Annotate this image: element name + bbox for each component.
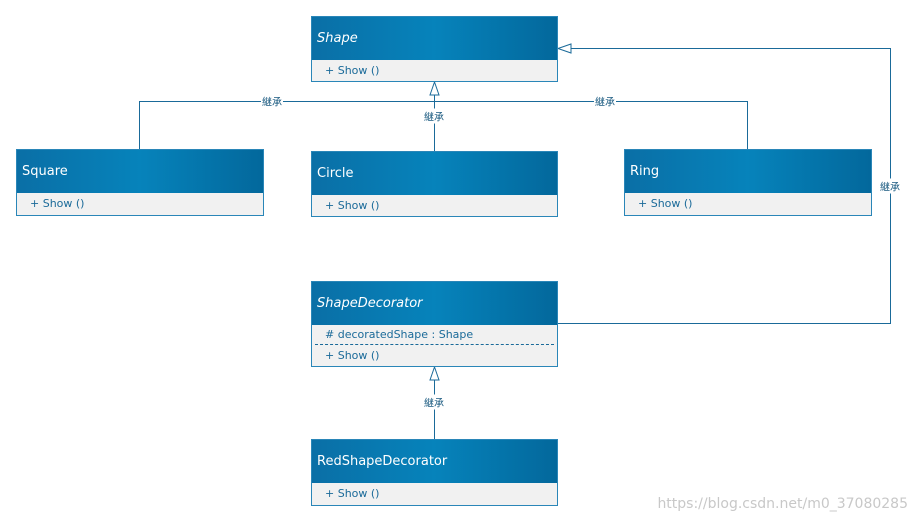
relation-label: 継承: [423, 108, 445, 124]
method: + Show (): [325, 487, 380, 500]
relation-label: 継承: [261, 93, 283, 109]
watermark: https://blog.csdn.net/m0_37080285: [657, 496, 908, 512]
attribute: # decoratedShape : Shape: [325, 328, 474, 341]
method: + Show (): [30, 197, 85, 210]
relation-label: 継承: [594, 93, 616, 109]
class-red-shape-decorator[interactable]: RedShapeDecorator + Show (): [311, 439, 558, 506]
class-name: RedShapeDecorator: [312, 440, 557, 483]
class-ring[interactable]: Ring + Show (): [624, 149, 872, 216]
class-circle[interactable]: Circle + Show (): [311, 151, 558, 217]
inherit-arrow: [429, 80, 440, 96]
method: + Show (): [325, 64, 380, 77]
inherit-arrow: [556, 43, 572, 54]
class-shape-decorator[interactable]: ShapeDecorator # decoratedShape : Shape …: [311, 281, 558, 367]
method: + Show (): [638, 197, 693, 210]
class-square[interactable]: Square + Show (): [16, 149, 264, 216]
method: + Show (): [325, 349, 380, 362]
class-shape[interactable]: Shape + Show (): [311, 16, 558, 82]
method: + Show (): [325, 199, 380, 212]
class-name: Circle: [312, 152, 557, 195]
relation-label: 継承: [879, 178, 901, 194]
relation-label: 継承: [423, 394, 445, 410]
class-name: Ring: [625, 150, 871, 193]
class-name: Shape: [312, 17, 557, 60]
class-name: Square: [17, 150, 263, 193]
inherit-arrow: [429, 365, 440, 381]
class-name: ShapeDecorator: [312, 282, 557, 325]
